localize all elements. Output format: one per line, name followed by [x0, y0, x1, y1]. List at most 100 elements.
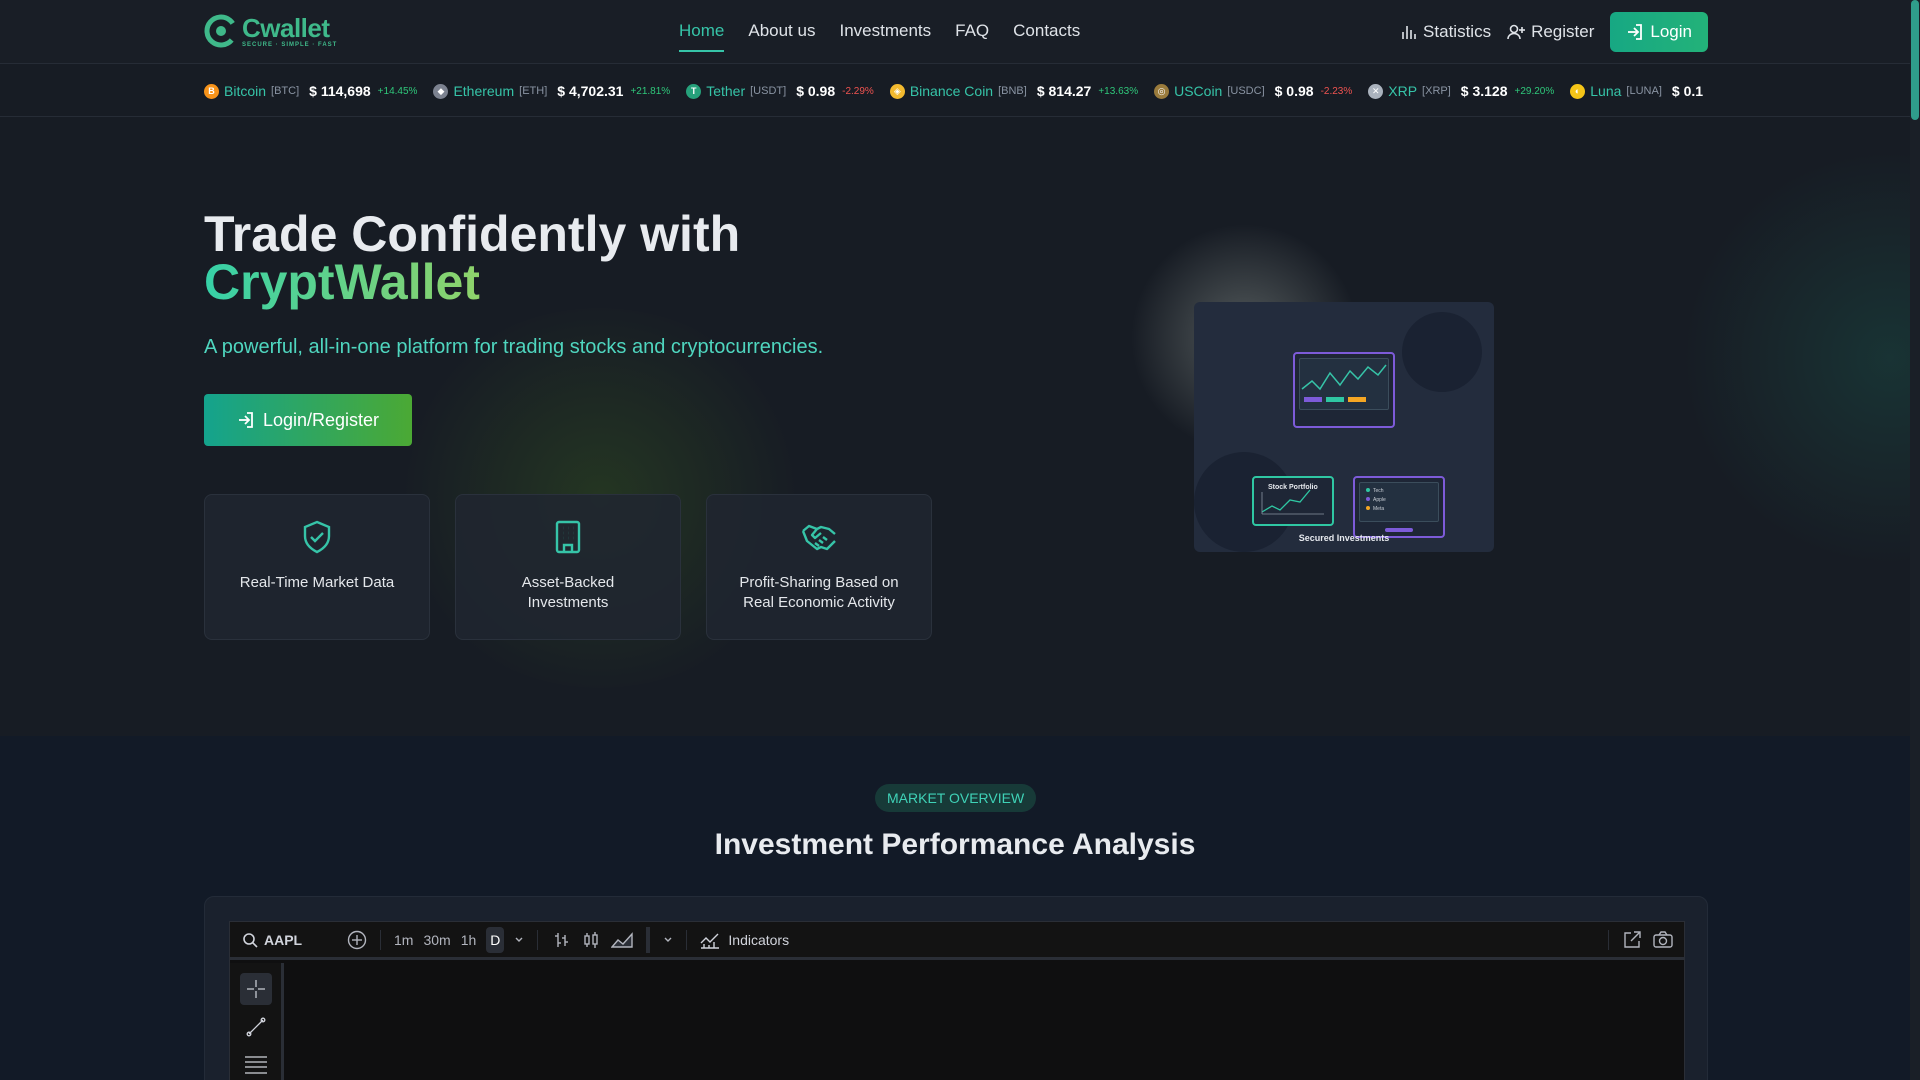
ticker-item[interactable]: ✕ XRP [XRP] $ 3.128 +29.20% — [1368, 83, 1554, 99]
bar-chart-icon — [1402, 26, 1416, 39]
bitcoin-icon: B — [204, 83, 219, 99]
coin-name: Binance Coin — [909, 83, 994, 99]
indicators-button[interactable]: Indicators — [700, 931, 789, 949]
open-fullscreen-button[interactable] — [1622, 930, 1642, 950]
area-chart-type-button[interactable] — [611, 930, 634, 950]
search-icon — [243, 932, 258, 948]
hero-title: Trade Confidently with CryptWallet — [204, 209, 740, 307]
nav-home[interactable]: Home — [679, 0, 725, 52]
chart-type-dropdown[interactable] — [663, 935, 673, 945]
coin-symbol: [USDT] — [750, 85, 787, 97]
bar-chart-type-button[interactable] — [551, 930, 571, 950]
handshake-icon — [801, 524, 836, 551]
interval-dropdown[interactable] — [514, 935, 524, 945]
trendline-icon — [246, 1017, 266, 1037]
login-label: Login — [1650, 22, 1692, 41]
line-chart-icon — [1301, 364, 1387, 402]
external-link-icon — [1624, 930, 1641, 948]
toolbar-divider — [686, 929, 688, 950]
page-scrollbar[interactable] — [1910, 0, 1920, 1080]
statistics-link[interactable]: Statistics — [1401, 22, 1491, 42]
compare-symbol-button[interactable] — [347, 930, 367, 950]
hero-title-brand: CryptWallet — [204, 254, 480, 310]
ticker-item[interactable]: ◎ USCoin [USDC] $ 0.98 -2.23% — [1154, 83, 1352, 99]
symbol-search[interactable]: AAPL — [242, 932, 342, 948]
coin-symbol: [BTC] — [271, 85, 300, 97]
indicators-label: Indicators — [728, 931, 790, 948]
coin-change: +13.63% — [1098, 85, 1139, 97]
drawing-toolbar — [230, 963, 284, 1080]
cwallet-logo-icon — [204, 14, 238, 48]
coin-change: -2.23% — [1320, 85, 1353, 97]
interval-1m[interactable]: 1m — [394, 932, 413, 948]
xrp-icon: ✕ — [1368, 83, 1384, 99]
indicators-icon — [700, 933, 720, 949]
nav-faq[interactable]: FAQ — [955, 0, 989, 52]
chart-toolbar: AAPL 1m 30m 1h D Indicators — [230, 922, 1684, 960]
hero-illustration: Stock Portfolio Tech Apple Meta Secured … — [1194, 302, 1494, 552]
brand-logo[interactable]: Cwallet SECURE · SIMPLE · FAST — [204, 14, 337, 48]
nav-actions: Statistics Register Login — [1385, 12, 1708, 52]
plus-circle-icon — [347, 930, 367, 949]
feature-label: Profit-Sharing Based on Real Economic Ac… — [739, 574, 899, 611]
secured-investments-caption: Secured Investments — [1298, 533, 1390, 543]
candles-chart-type-button[interactable] — [581, 930, 601, 950]
luna-icon: ◐ — [1570, 83, 1586, 99]
crypto-ticker: B Bitcoin [BTC] $ 114,698 +14.45% ◆ Ethereum [E… — [0, 65, 1910, 117]
ticker-item[interactable]: ◐ Luna [LUNA] $ 0.1 — [1570, 83, 1708, 99]
coin-price: $ 3.128 — [1460, 83, 1508, 99]
legend-tech: Tech — [1373, 488, 1384, 494]
coin-name: USCoin — [1174, 83, 1223, 99]
coin-symbol: [LUNA] — [1626, 85, 1662, 97]
feature-card-profit-sharing: Profit-Sharing Based on Real Economic Ac… — [706, 494, 932, 640]
ticker-item[interactable]: B Bitcoin [BTC] $ 114,698 +14.45% — [204, 83, 417, 99]
coin-price: $ 0.1 — [1671, 83, 1704, 99]
nav-about-us[interactable]: About us — [748, 0, 815, 52]
trading-chart-widget[interactable]: AAPL 1m 30m 1h D Indicators — [229, 921, 1685, 1080]
ticker-item[interactable]: ◆ Ethereum [ETH] $ 4,702.31 +21.81% — [433, 83, 670, 99]
fib-retracement-tool[interactable] — [240, 1049, 272, 1080]
coin-symbol: [ETH] — [519, 85, 548, 97]
coin-price: $ 0.98 — [796, 83, 836, 99]
legend-apple: Apple — [1373, 497, 1386, 503]
register-link[interactable]: Register — [1507, 22, 1594, 42]
nav-investments[interactable]: Investments — [839, 0, 931, 52]
login-button[interactable]: Login — [1610, 12, 1708, 52]
symbol-label: AAPL — [264, 931, 303, 948]
feature-label: Asset-Backed Investments — [521, 574, 615, 611]
shield-check-icon — [303, 520, 331, 554]
interval-d[interactable]: D — [486, 926, 505, 953]
ticker-item[interactable]: T Tether [USDT] $ 0.98 -2.29% — [686, 83, 874, 99]
section-title: Investment Performance Analysis — [714, 828, 1196, 861]
camera-icon — [1653, 930, 1673, 948]
ticker-track: B Bitcoin [BTC] $ 114,698 +14.45% ◆ Ethereum [E… — [204, 65, 1708, 117]
login-register-button[interactable]: Login/Register — [204, 394, 412, 446]
tether-icon: T — [686, 83, 702, 99]
crosshair-tool[interactable] — [240, 973, 272, 1005]
coin-symbol: [BNB] — [998, 85, 1027, 97]
trendline-tool[interactable] — [240, 1011, 272, 1043]
toolbar-divider — [380, 929, 381, 950]
monitor-graphic — [1293, 352, 1395, 428]
chart-card: AAPL 1m 30m 1h D Indicators — [204, 896, 1708, 1080]
scrollbar-thumb[interactable] — [1911, 0, 1919, 120]
interval-1h[interactable]: 1h — [461, 932, 477, 948]
area-chart-icon — [611, 931, 634, 948]
coin-price: $ 4,702.31 — [557, 83, 624, 99]
toolbar-divider — [1608, 929, 1609, 950]
nav-contacts[interactable]: Contacts — [1013, 0, 1080, 52]
decor-circle — [1402, 312, 1482, 392]
stock-portfolio-panel: Stock Portfolio — [1252, 476, 1334, 526]
ticker-item[interactable]: ◈ Binance Coin [BNB] $ 814.27 +13.63% — [889, 83, 1139, 99]
interval-30m[interactable]: 30m — [423, 932, 450, 948]
ohlc-bars-icon — [555, 932, 569, 947]
login-icon — [238, 412, 253, 428]
candlestick-icon — [584, 931, 599, 948]
snapshot-button[interactable] — [1652, 930, 1674, 950]
coin-symbol: [XRP] — [1422, 85, 1451, 97]
section-pill: MARKET OVERVIEW — [875, 784, 1037, 812]
feature-card-market-data: Real-Time Market Data — [204, 494, 430, 640]
background-glow — [1680, 148, 1910, 568]
coin-price: $ 814.27 — [1036, 83, 1092, 99]
coin-symbol: [USDC] — [1227, 85, 1265, 97]
